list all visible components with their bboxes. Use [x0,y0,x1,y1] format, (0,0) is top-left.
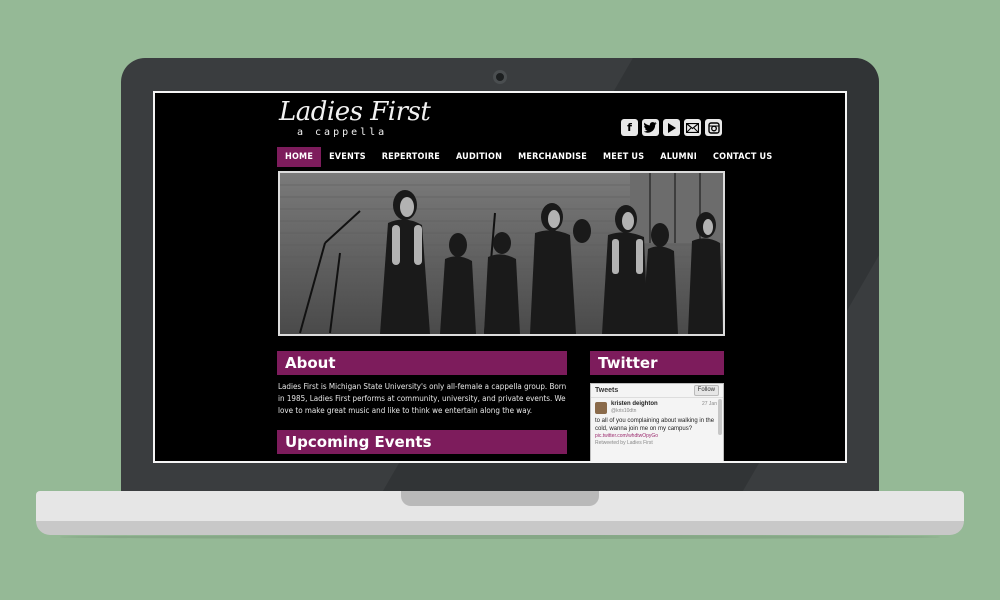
about-heading: About [277,351,567,375]
tweet-author-name[interactable]: kristen deighton [611,401,658,407]
twitter-widget-header: Tweets Follow [591,384,723,398]
hero-photo-illustration [280,173,723,334]
twitter-scrollbar[interactable] [718,399,722,435]
tweets-title: Tweets [595,387,619,394]
camera-icon [493,70,507,84]
logo-subtitle: a cappella [297,127,388,138]
main-nav: HOME EVENTS REPERTOIRE AUDITION MERCHAND… [277,147,780,167]
nav-merchandise[interactable]: MERCHANDISE [510,147,595,167]
nav-meet-us[interactable]: MEET US [595,147,652,167]
twitter-icon[interactable] [642,119,659,136]
twitter-heading: Twitter [590,351,724,375]
tweet-author-handle[interactable]: @kris10dtn [611,408,636,414]
tweet-link[interactable]: pic.twitter.com/whdtwOpyGo [595,433,658,439]
website: Ladies First a cappella f HOME EVENTS RE… [155,93,845,461]
social-links: f [621,119,722,136]
nav-repertoire[interactable]: REPERTOIRE [374,147,448,167]
tweet-date[interactable]: 27 Jan [702,401,717,407]
email-icon[interactable] [684,119,701,136]
nav-alumni[interactable]: ALUMNI [652,147,705,167]
retweet-info: Retweeted by Ladies First [595,440,653,446]
follow-button[interactable]: Follow [693,385,719,396]
youtube-icon[interactable] [663,119,680,136]
laptop-notch [401,491,599,506]
avatar[interactable] [595,402,607,414]
twitter-widget: Tweets Follow kristen deighton @kris10dt… [590,383,724,461]
logo-title: Ladies First [279,97,431,127]
facebook-icon[interactable]: f [621,119,638,136]
nav-home[interactable]: HOME [277,147,322,167]
nav-contact-us[interactable]: CONTACT US [705,147,780,167]
laptop-screen: Ladies First a cappella f HOME EVENTS RE… [153,91,847,463]
about-text: Ladies First is Michigan State Universit… [278,382,567,415]
tweet-text: to all of you complaining about walking … [595,418,715,432]
laptop-shadow [60,535,940,539]
nav-events[interactable]: EVENTS [321,147,374,167]
laptop-base-edge [36,521,964,535]
site-logo[interactable]: Ladies First a cappella [279,97,431,141]
upcoming-events-heading: Upcoming Events [277,430,567,454]
nav-audition[interactable]: AUDITION [448,147,510,167]
instagram-icon[interactable] [705,119,722,136]
hero-photo [278,171,725,336]
